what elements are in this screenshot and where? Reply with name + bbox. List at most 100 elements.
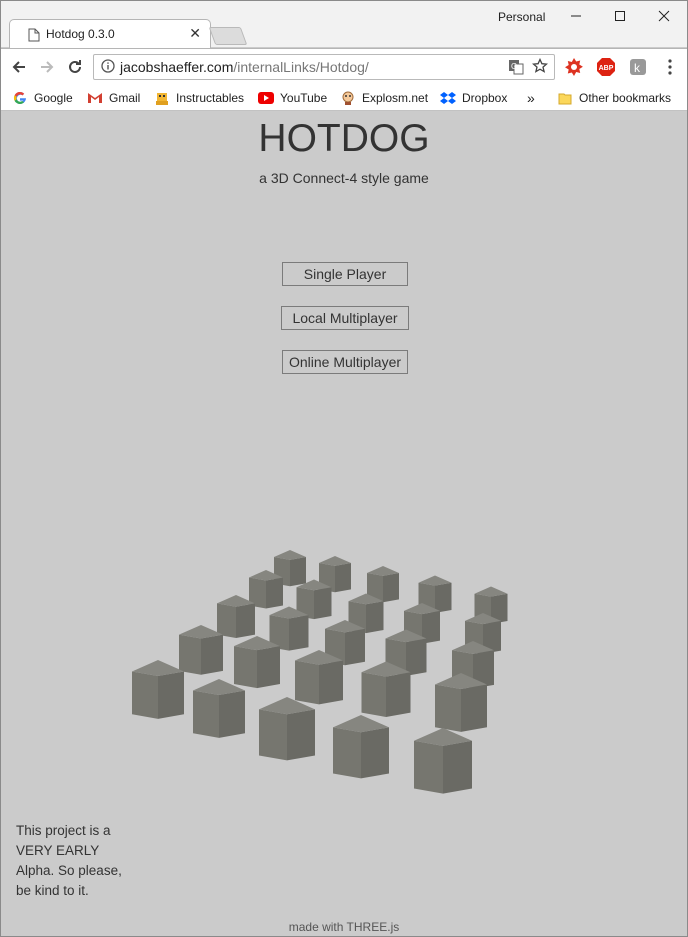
menu-icon[interactable] xyxy=(660,57,680,77)
board-cube[interactable] xyxy=(132,660,184,719)
bookmark-dropbox[interactable]: Dropbox xyxy=(440,89,507,107)
maximize-icon xyxy=(615,11,625,21)
bookmark-label: Gmail xyxy=(109,91,141,105)
bookmark-label: Dropbox xyxy=(462,91,508,105)
board-cube[interactable] xyxy=(234,636,280,689)
bookmark-label: YouTube xyxy=(280,91,328,105)
cube-face xyxy=(319,660,343,705)
youtube-icon xyxy=(258,90,274,106)
back-arrow-icon xyxy=(12,61,25,73)
address-bar[interactable]: jacobshaeffer.com/internalLinks/Hotdog/ … xyxy=(93,54,555,80)
folder-icon xyxy=(557,90,573,106)
board-cube[interactable] xyxy=(193,679,245,738)
board-cube[interactable] xyxy=(249,570,283,609)
minimize-icon xyxy=(571,15,581,17)
close-tab-icon[interactable]: ✕ xyxy=(189,25,201,42)
reload-icon xyxy=(69,60,81,73)
new-tab-button[interactable] xyxy=(208,27,248,45)
bookmark-label: Google xyxy=(34,91,73,105)
board-cube[interactable] xyxy=(295,650,343,705)
cube-face xyxy=(219,690,245,738)
bookmarks-overflow-button[interactable]: » xyxy=(527,89,535,107)
bookmark-youtube[interactable]: YouTube xyxy=(258,89,327,107)
alpha-notice: This project is a VERY EARLY Alpha. So p… xyxy=(16,823,122,898)
page-icon xyxy=(28,28,40,47)
extension-k-icon[interactable]: k xyxy=(628,57,648,77)
browser-window: Hotdog 0.3.0 ✕ Personal jacobshaeffer.co… xyxy=(0,0,688,937)
cube-face xyxy=(314,587,332,620)
cube-face xyxy=(295,660,319,705)
bookmark-google[interactable]: Google xyxy=(12,89,73,107)
svg-text:G: G xyxy=(511,62,517,71)
cube-face xyxy=(361,672,386,717)
cube-face xyxy=(236,603,255,639)
tab-hotdog[interactable]: Hotdog 0.3.0 ✕ xyxy=(9,19,211,49)
cube-face xyxy=(132,671,158,719)
reload-button[interactable] xyxy=(65,57,85,77)
board-cube[interactable] xyxy=(435,673,487,732)
back-button[interactable] xyxy=(9,57,29,77)
profile-name[interactable]: Personal xyxy=(498,10,545,24)
cube-face xyxy=(201,634,223,675)
cube-face xyxy=(290,557,306,587)
google-icon xyxy=(12,90,28,106)
info-icon[interactable] xyxy=(101,59,115,78)
close-window-button[interactable] xyxy=(641,5,687,27)
adblock-icon[interactable]: ABP xyxy=(596,57,616,77)
cube-face xyxy=(443,740,472,794)
forward-arrow-icon xyxy=(41,61,54,73)
cube-face xyxy=(234,646,257,689)
bookmark-gmail[interactable]: Gmail xyxy=(87,89,140,107)
bookmark-label: Other bookmarks xyxy=(579,91,672,105)
bookmark-star-icon[interactable] xyxy=(531,57,549,79)
dropbox-icon xyxy=(440,90,456,106)
cube-face xyxy=(289,615,309,651)
cube-face xyxy=(193,690,219,738)
cube-face xyxy=(406,638,427,676)
board-cube[interactable] xyxy=(179,625,223,675)
gmail-icon xyxy=(87,90,103,106)
close-icon xyxy=(658,10,670,22)
cube-face xyxy=(366,601,384,634)
cube-face xyxy=(259,709,287,761)
translate-icon[interactable]: G xyxy=(508,59,524,80)
svg-text:ABP: ABP xyxy=(599,65,614,72)
cube-face xyxy=(158,671,184,719)
other-bookmarks-folder[interactable]: Other bookmarks xyxy=(557,89,671,107)
instructables-robot-icon xyxy=(154,90,170,106)
svg-text:k: k xyxy=(634,61,641,75)
cube-face xyxy=(179,634,201,675)
cube-face xyxy=(335,563,351,593)
board-cube[interactable] xyxy=(259,697,315,761)
board-cube[interactable] xyxy=(333,715,389,779)
cube-face xyxy=(383,573,399,603)
cube-face xyxy=(257,646,280,689)
maximize-button[interactable] xyxy=(597,5,643,27)
cube-face xyxy=(414,740,443,794)
url-path: /internalLinks/Hotdog/ xyxy=(233,59,369,75)
board-cube[interactable] xyxy=(269,606,309,651)
bookmark-explosm[interactable]: Explosm.net xyxy=(340,89,428,107)
browser-toolbar: jacobshaeffer.com/internalLinks/Hotdog/ … xyxy=(1,48,687,85)
cube-face xyxy=(461,684,487,732)
cube-face xyxy=(345,628,365,666)
game-page: HOTDOG a 3D Connect-4 style game Single … xyxy=(1,111,687,936)
title-bar: Hotdog 0.3.0 ✕ Personal xyxy=(1,1,687,49)
url-text[interactable]: jacobshaeffer.com/internalLinks/Hotdog/ xyxy=(120,59,369,75)
bookmark-label: Instructables xyxy=(176,91,245,105)
game-board-3d[interactable] xyxy=(1,111,687,936)
explosm-face-icon xyxy=(340,90,356,106)
cube-face xyxy=(333,727,361,779)
extension-badge-icon[interactable] xyxy=(564,57,584,77)
cube-face xyxy=(386,672,411,717)
board-cube[interactable] xyxy=(414,728,472,794)
board-cube[interactable] xyxy=(361,661,411,717)
cube-face xyxy=(435,684,461,732)
bookmark-instructables[interactable]: Instructables xyxy=(154,89,244,107)
minimize-button[interactable] xyxy=(553,5,599,27)
forward-button[interactable] xyxy=(37,57,57,77)
board-cube[interactable] xyxy=(217,595,255,639)
url-domain: jacobshaeffer.com xyxy=(120,59,234,75)
tab-title: Hotdog 0.3.0 xyxy=(46,27,115,41)
cube-face xyxy=(217,603,236,639)
